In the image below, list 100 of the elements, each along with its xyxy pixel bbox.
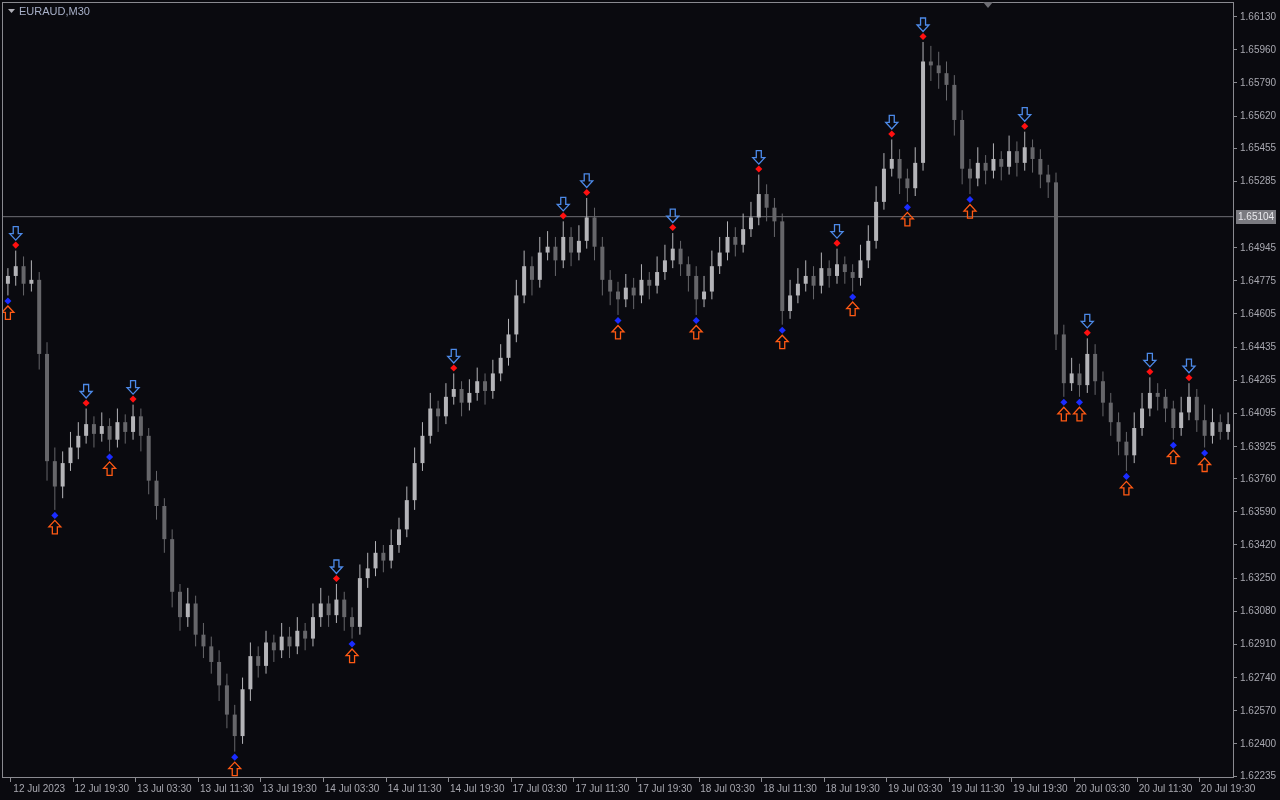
candlestick bbox=[717, 236, 722, 275]
time-axis-label: 14 Jul 19:30 bbox=[449, 782, 505, 796]
price-axis-label: 1.64265 bbox=[1240, 373, 1277, 388]
candlestick bbox=[1147, 376, 1152, 417]
chart-shift-marker-icon[interactable] bbox=[983, 2, 993, 8]
candlestick bbox=[310, 602, 315, 647]
candlestick bbox=[905, 168, 910, 203]
candlestick bbox=[1163, 388, 1168, 423]
price-axis-label: 1.63420 bbox=[1240, 538, 1277, 552]
time-axis-label: 12 Jul 2023 bbox=[13, 782, 66, 796]
candlestick bbox=[1108, 392, 1113, 437]
price-axis-label: 1.65790 bbox=[1240, 75, 1277, 90]
time-axis-label: 17 Jul 03:30 bbox=[512, 782, 568, 796]
candlestick bbox=[318, 587, 323, 628]
candlestick bbox=[1179, 396, 1184, 437]
candlestick bbox=[702, 275, 707, 308]
price-axis-label: 1.64945 bbox=[1240, 240, 1277, 255]
candlestick bbox=[459, 380, 464, 417]
chart-title: EURAUD,M30 bbox=[19, 4, 90, 18]
candlestick bbox=[795, 267, 800, 304]
time-axis-label: 20 Jul 19:30 bbox=[1200, 782, 1256, 796]
dropdown-triangle-icon[interactable] bbox=[8, 9, 15, 13]
candlestick bbox=[498, 343, 503, 382]
candlestick bbox=[576, 224, 581, 261]
candlestick bbox=[295, 616, 300, 655]
candlestick bbox=[553, 236, 558, 277]
candlestick bbox=[123, 413, 128, 445]
candlestick bbox=[131, 404, 136, 441]
candlestick bbox=[764, 183, 769, 222]
time-axis-label: 14 Jul 03:30 bbox=[324, 782, 380, 796]
candlestick bbox=[279, 622, 284, 659]
candlestick bbox=[271, 634, 276, 663]
candlestick bbox=[803, 259, 808, 293]
candlestick bbox=[608, 269, 613, 306]
candlestick bbox=[1140, 392, 1145, 437]
candlestick bbox=[185, 587, 190, 628]
candlestick bbox=[1155, 382, 1160, 411]
candlestick bbox=[623, 273, 628, 308]
candlestick bbox=[584, 197, 589, 250]
time-axis-label: 20 Jul 03:30 bbox=[1075, 782, 1131, 796]
candlestick bbox=[1038, 148, 1043, 189]
candlestick bbox=[76, 421, 81, 460]
candlestick bbox=[827, 259, 832, 289]
candlestick bbox=[631, 277, 636, 310]
candlestick bbox=[436, 400, 441, 433]
candlestick bbox=[1124, 431, 1129, 472]
candlestick bbox=[1186, 382, 1191, 421]
time-axis-label: 17 Jul 11:30 bbox=[575, 782, 630, 796]
candlestick bbox=[889, 138, 894, 178]
candlestick bbox=[201, 622, 206, 659]
candlestick bbox=[991, 142, 996, 179]
candlestick bbox=[91, 415, 96, 449]
time-axis-label: 13 Jul 11:30 bbox=[200, 782, 254, 796]
current-price-label: 1.65104 bbox=[1236, 209, 1277, 224]
candlestick bbox=[334, 583, 339, 624]
candlestick bbox=[29, 259, 34, 293]
candlestick bbox=[967, 158, 972, 195]
time-axis-label: 13 Jul 03:30 bbox=[137, 782, 192, 796]
price-axis-label: 1.65960 bbox=[1240, 42, 1277, 57]
candlestick bbox=[107, 417, 112, 452]
candlestick bbox=[396, 517, 401, 554]
candlestick bbox=[443, 382, 448, 425]
candlestick bbox=[1210, 408, 1215, 445]
candlestick bbox=[1077, 363, 1082, 398]
candlestick bbox=[84, 408, 89, 445]
candlestick bbox=[545, 230, 550, 261]
candlestick bbox=[1007, 135, 1012, 176]
candlestick bbox=[68, 431, 73, 472]
candlestick bbox=[256, 645, 261, 679]
time-axis-label: 12 Jul 19:30 bbox=[74, 782, 129, 796]
candlestick bbox=[232, 704, 237, 753]
candlestick bbox=[936, 51, 941, 90]
time-axis-label: 19 Jul 19:30 bbox=[1013, 782, 1068, 796]
candlestick bbox=[475, 367, 480, 402]
candlestick bbox=[983, 154, 988, 185]
candlestick bbox=[21, 255, 26, 296]
price-axis-label: 1.62400 bbox=[1240, 736, 1277, 751]
candlestick bbox=[1100, 370, 1105, 417]
candlestick bbox=[772, 197, 777, 238]
candlestick bbox=[326, 595, 331, 628]
candlestick bbox=[115, 408, 120, 449]
candlestick bbox=[725, 220, 730, 261]
candlestick bbox=[819, 252, 824, 294]
candlestick bbox=[811, 265, 816, 300]
candlestick bbox=[13, 250, 18, 287]
price-axis-label: 1.62910 bbox=[1240, 637, 1277, 652]
candlestick bbox=[639, 263, 644, 304]
candlestick bbox=[264, 630, 269, 675]
price-axis-label: 1.64605 bbox=[1240, 306, 1277, 321]
candlestick bbox=[655, 255, 660, 294]
candlestick bbox=[389, 528, 394, 569]
candlestick bbox=[694, 265, 699, 316]
candlestick bbox=[303, 622, 308, 651]
candlestick bbox=[662, 244, 667, 281]
candlestick bbox=[1069, 357, 1074, 392]
candlestick bbox=[1116, 411, 1121, 456]
candlestick bbox=[60, 450, 65, 499]
candlestick bbox=[616, 281, 620, 316]
price-axis-label: 1.63925 bbox=[1240, 439, 1277, 454]
candlestick bbox=[1202, 404, 1207, 449]
